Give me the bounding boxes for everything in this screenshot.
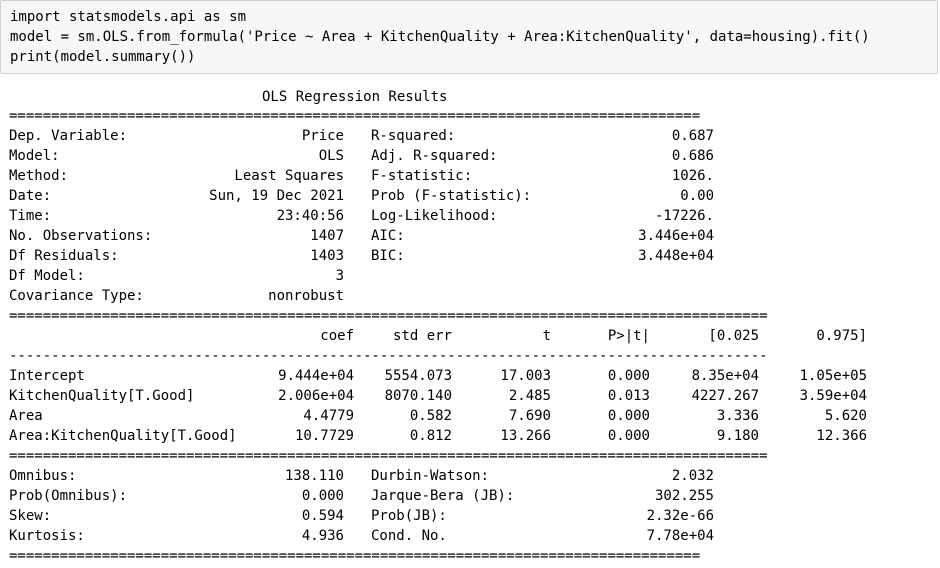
stat-value: 0.686 (671, 148, 714, 164)
diag-stat-value: 302.255 (654, 488, 714, 504)
diag-label: Omnibus: (9, 468, 77, 484)
info-value: Price (301, 128, 344, 144)
coef-cell: 7.690 (508, 408, 551, 424)
diag-value: 138.110 (284, 468, 344, 484)
stat-label: Log-Likelihood: (371, 208, 498, 224)
divider-top: ========================================… (9, 108, 701, 124)
diag-stat-value: 2.032 (671, 468, 714, 484)
code-line-2: model = sm.OLS.from_formula('Price ~ Are… (10, 29, 870, 45)
info-label: Time: (9, 208, 52, 224)
coef-cell: 10.7729 (294, 428, 354, 444)
stat-value: 3.446e+04 (638, 228, 714, 244)
diag-value: 0.594 (301, 508, 344, 524)
diag-stat-label: Durbin-Watson: (371, 468, 490, 484)
info-value: 23:40:56 (276, 208, 344, 224)
coef-term-name: Area:KitchenQuality[T.Good] (9, 428, 237, 444)
coef-cell: 0.013 (607, 388, 650, 404)
coef-cell: 8.35e+04 (691, 368, 759, 384)
coef-term-name: Area (9, 408, 43, 424)
info-value: OLS (318, 148, 344, 164)
coef-cell: 4227.267 (691, 388, 759, 404)
stat-value: -17226. (654, 208, 714, 224)
stat-label: BIC: (371, 248, 405, 264)
coef-column-header: std err (392, 328, 452, 344)
coef-column-header: P>|t| (607, 328, 650, 344)
diag-stat-value: 7.78e+04 (646, 528, 714, 544)
diag-label: Kurtosis: (9, 528, 85, 544)
coef-cell: 0.812 (409, 428, 452, 444)
diag-label: Skew: (9, 508, 52, 524)
stat-label: AIC: (371, 228, 405, 244)
coef-cell: 9.444e+04 (278, 368, 354, 384)
divider-bottom: ========================================… (9, 548, 701, 564)
diag-stat-label: Cond. No. (371, 528, 447, 544)
coef-column-header: coef (320, 328, 354, 344)
summary-title: OLS Regression Results (262, 89, 448, 105)
coef-cell: 1.05e+05 (799, 368, 867, 384)
coef-cell: 9.180 (716, 428, 759, 444)
divider-coef-bottom: ========================================… (9, 448, 768, 464)
info-value: 3 (335, 268, 344, 284)
stat-value: 0.00 (680, 188, 714, 204)
info-value: 1403 (310, 248, 344, 264)
diag-label: Prob(Omnibus): (9, 488, 128, 504)
coef-column-header: [0.025 (708, 328, 759, 344)
diag-value: 4.936 (301, 528, 344, 544)
stat-value: 3.448e+04 (638, 248, 714, 264)
coef-cell: 8070.140 (384, 388, 452, 404)
coef-term-name: KitchenQuality[T.Good] (9, 388, 195, 404)
coef-cell: 0.582 (409, 408, 452, 424)
info-label: Method: (9, 168, 69, 184)
coef-column-header: 0.975] (816, 328, 867, 344)
info-value: 1407 (310, 228, 344, 244)
code-input-cell[interactable]: import statsmodels.api as sm model = sm.… (0, 0, 938, 74)
divider-coef-head: ----------------------------------------… (9, 348, 768, 364)
stat-value: 1026. (671, 168, 714, 184)
diag-value: 0.000 (301, 488, 344, 504)
info-value: nonrobust (268, 288, 344, 304)
code-line-3: print(model.summary()) (10, 49, 196, 65)
divider-coef-top: ========================================… (9, 308, 768, 324)
coef-cell: 3.336 (716, 408, 759, 424)
diag-stat-label: Jarque-Bera (JB): (371, 488, 515, 504)
coef-cell: 13.266 (500, 428, 551, 444)
info-label: Df Model: (9, 268, 85, 284)
coef-term-name: Intercept (9, 368, 85, 384)
coef-cell: 17.003 (500, 368, 551, 384)
coef-cell: 12.366 (816, 428, 867, 444)
coef-cell: 5554.073 (384, 368, 452, 384)
stat-label: Adj. R-squared: (371, 148, 498, 164)
stat-label: F-statistic: (371, 168, 473, 184)
stat-value: 0.687 (671, 128, 714, 144)
diag-stat-label: Prob(JB): (371, 508, 447, 524)
coef-cell: 3.59e+04 (799, 388, 867, 404)
diag-stat-value: 2.32e-66 (646, 508, 714, 524)
coef-cell: 2.006e+04 (278, 388, 354, 404)
coef-cell: 0.000 (607, 408, 650, 424)
info-value: Least Squares (234, 168, 344, 184)
info-label: Model: (9, 148, 60, 164)
coef-column-header: t (542, 328, 551, 344)
coef-cell: 4.4779 (303, 408, 354, 424)
coef-cell: 2.485 (508, 388, 551, 404)
stat-label: Prob (F-statistic): (371, 188, 532, 204)
coef-cell: 0.000 (607, 368, 650, 384)
stat-label: R-squared: (371, 128, 456, 144)
coef-cell: 0.000 (607, 428, 650, 444)
info-value: Sun, 19 Dec 2021 (209, 188, 344, 204)
info-label: Date: (9, 188, 52, 204)
coef-cell: 5.620 (824, 408, 867, 424)
code-line-1: import statsmodels.api as sm (10, 9, 247, 25)
